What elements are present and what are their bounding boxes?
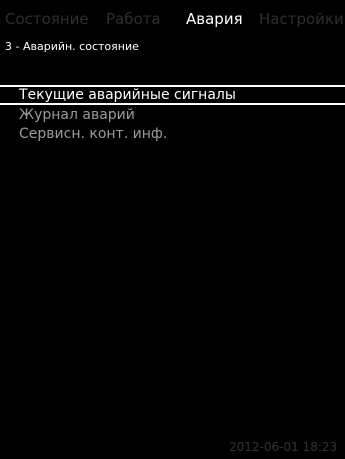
tab-operation[interactable]: Работа bbox=[106, 10, 161, 28]
tab-settings[interactable]: Настройки bbox=[259, 10, 344, 28]
breadcrumb: 3 - Аварийн. состояние bbox=[5, 40, 139, 53]
tab-bar: Состояние Работа Авария Настройки bbox=[0, 0, 345, 38]
tab-status[interactable]: Состояние bbox=[5, 10, 89, 28]
menu-item-service-contact-info[interactable]: Сервисн. конт. инф. bbox=[19, 126, 167, 143]
status-datetime: 2012-06-01 18:23 bbox=[229, 440, 338, 454]
menu-item-current-alarms[interactable]: Текущие аварийные сигналы bbox=[19, 87, 236, 104]
selection-bottom-divider bbox=[0, 103, 345, 105]
tab-alarm[interactable]: Авария bbox=[186, 10, 243, 28]
menu-item-alarm-log[interactable]: Журнал аварий bbox=[19, 107, 135, 124]
